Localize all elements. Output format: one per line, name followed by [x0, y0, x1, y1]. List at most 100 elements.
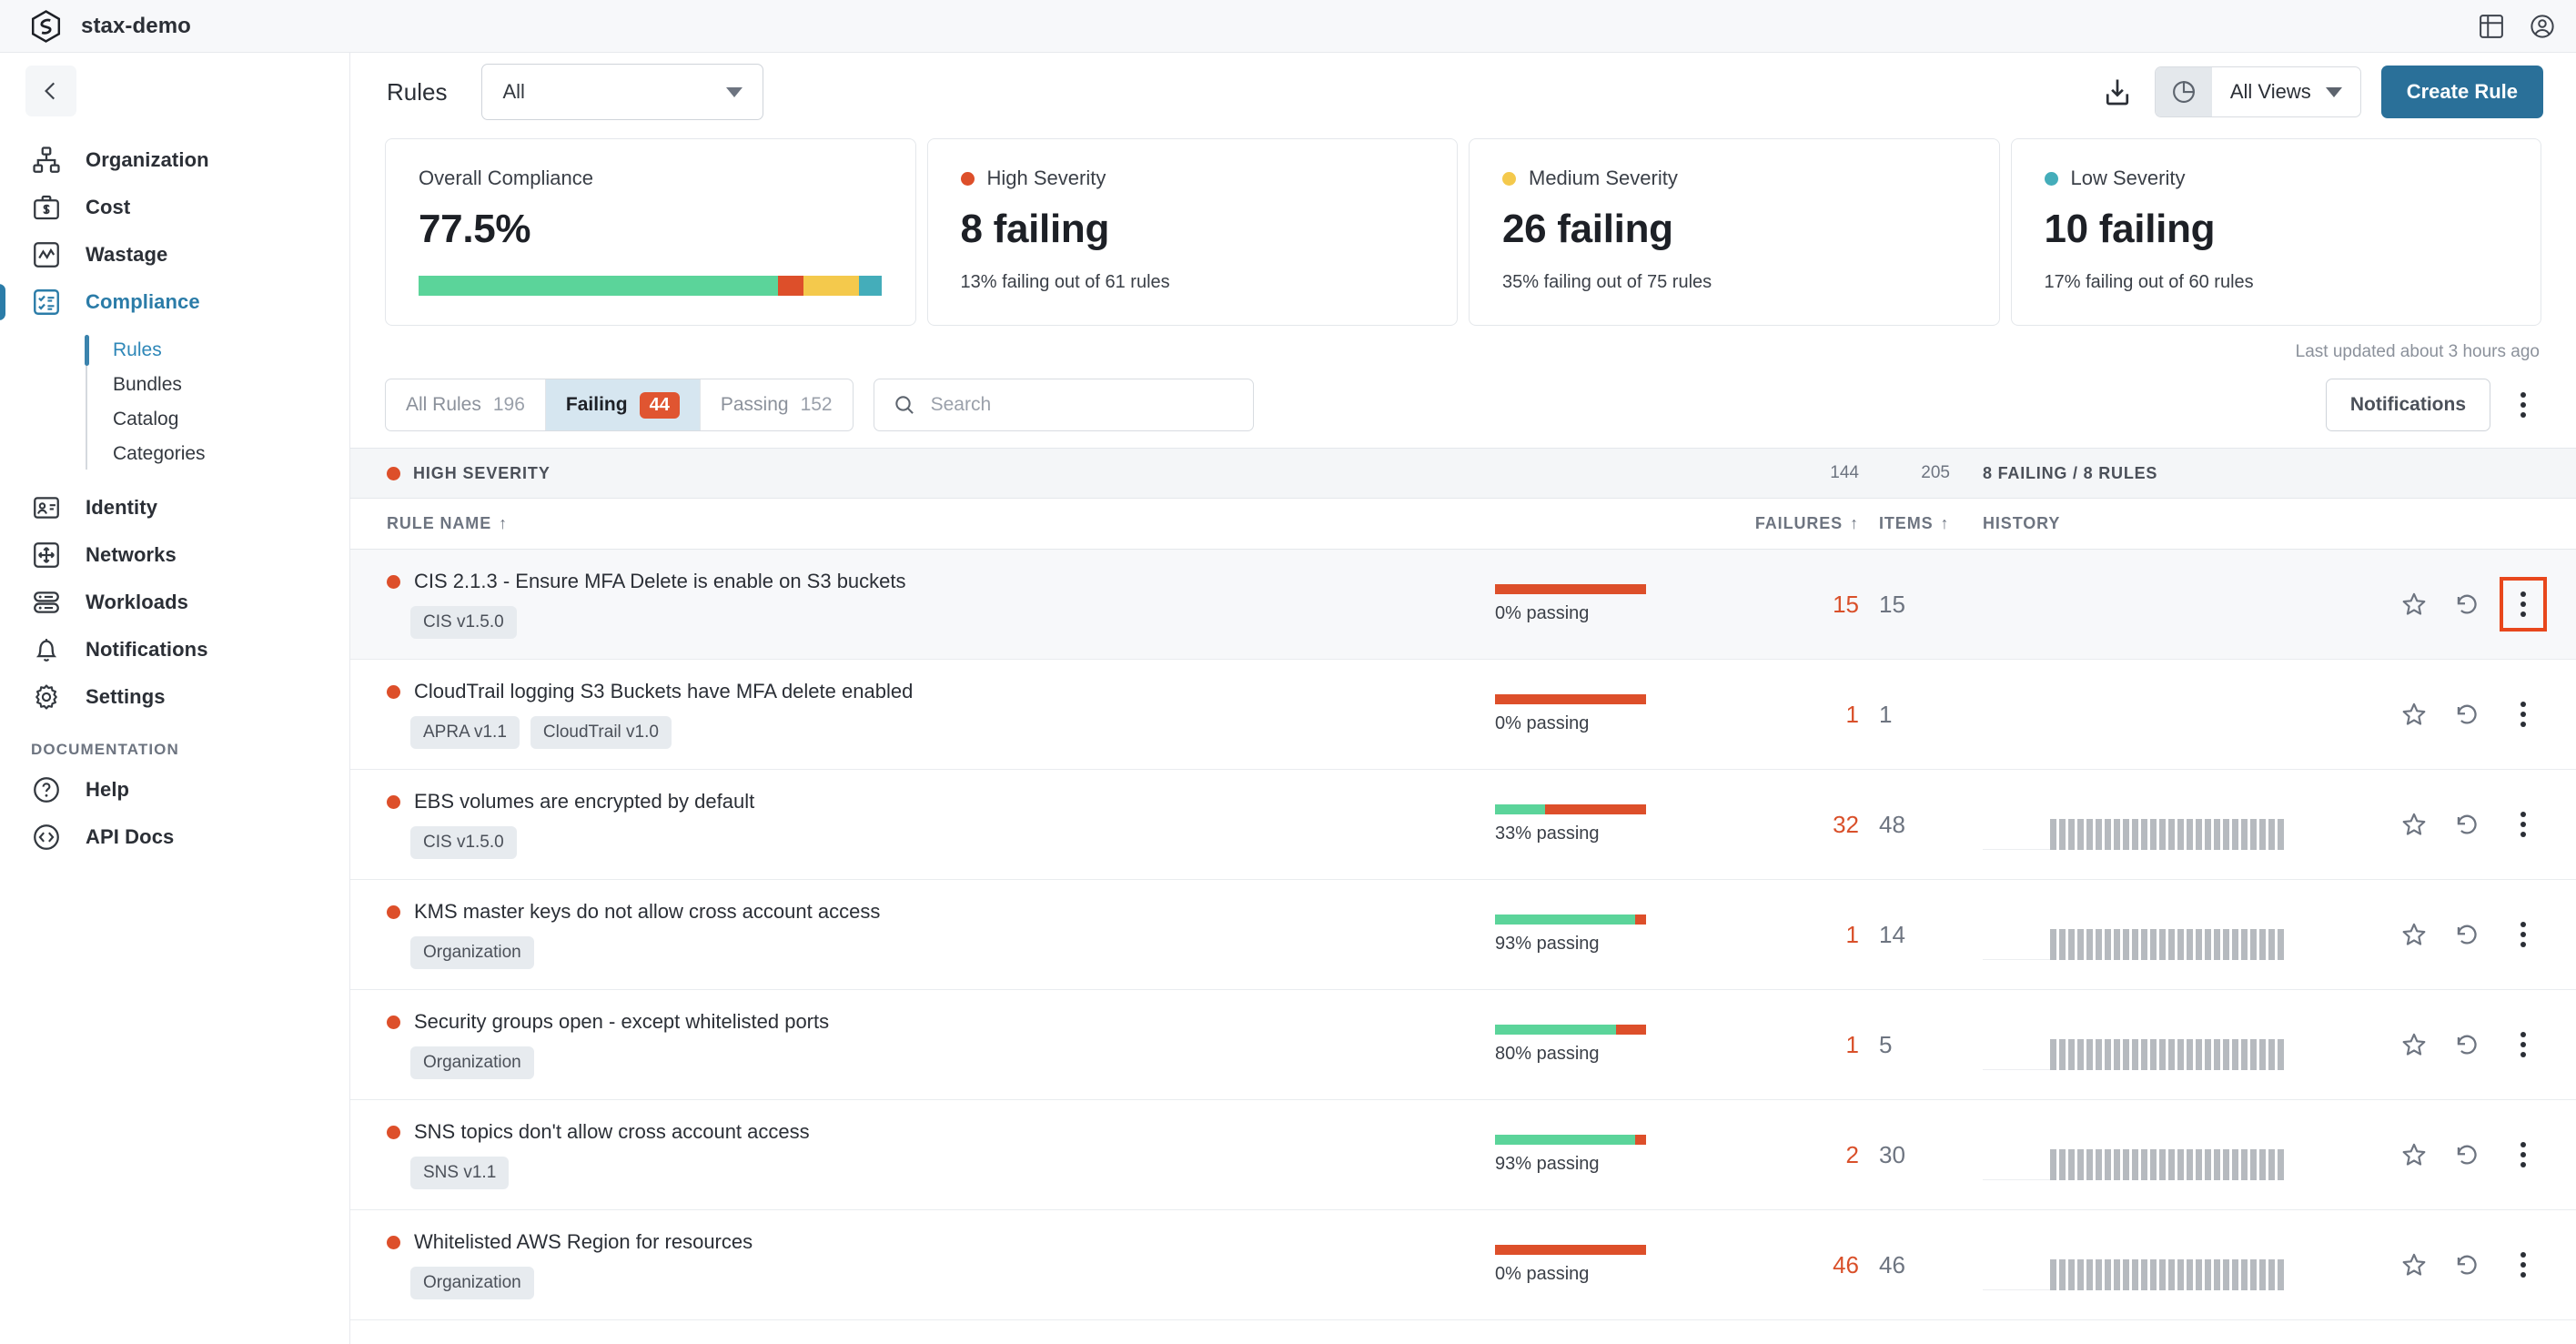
sidebar-subitem-rules[interactable]: Rules	[85, 333, 349, 368]
star-outline-icon[interactable]	[2399, 810, 2429, 839]
sidebar-item-compliance[interactable]: Compliance	[0, 278, 349, 326]
tab-label: All Rules	[406, 394, 481, 415]
cell-failures: 46	[1833, 1250, 1859, 1278]
table-row[interactable]: SNS topics don't allow cross account acc…	[350, 1100, 2576, 1210]
history-bar	[2068, 1149, 2075, 1180]
star-outline-icon[interactable]	[2399, 590, 2429, 619]
column-items[interactable]: ITEMS ↑	[1859, 514, 1950, 533]
views-selector[interactable]: All Views	[2154, 66, 2361, 117]
search-box[interactable]	[873, 379, 1254, 431]
severity-dot-medium	[1502, 171, 1516, 186]
table-row[interactable]: Security groups open - except whiteliste…	[350, 990, 2576, 1100]
notifications-button[interactable]: Notifications	[2325, 379, 2490, 431]
table-kebab-menu-icon[interactable]	[2505, 387, 2541, 423]
refresh-revert-icon[interactable]	[2452, 920, 2481, 949]
row-kebab-menu-icon[interactable]	[2505, 692, 2541, 736]
sidebar-subitem-catalog[interactable]: Catalog	[113, 402, 349, 437]
refresh-revert-icon[interactable]	[2452, 700, 2481, 729]
star-outline-icon[interactable]	[2399, 920, 2429, 949]
rule-title[interactable]: CIS 2.1.3 - Ensure MFA Delete is enable …	[414, 570, 906, 593]
sidebar-item-api-docs[interactable]: API Docs	[0, 813, 349, 861]
sidebar-item-organization[interactable]: Organization	[0, 136, 349, 184]
severity-dot-high	[960, 171, 975, 186]
sidebar-item-help[interactable]: Help	[0, 766, 349, 813]
refresh-revert-icon[interactable]	[2452, 1140, 2481, 1169]
brand[interactable]: stax-demo	[31, 9, 191, 43]
star-outline-icon[interactable]	[2399, 1140, 2429, 1169]
star-outline-icon[interactable]	[2399, 1250, 2429, 1279]
row-kebab-menu-icon[interactable]	[2505, 913, 2541, 956]
rule-title[interactable]: EBS volumes are encrypted by default	[414, 790, 754, 813]
row-kebab-menu-icon[interactable]	[2500, 577, 2547, 632]
search-input[interactable]	[930, 394, 1235, 416]
refresh-revert-icon[interactable]	[2452, 590, 2481, 619]
star-outline-icon[interactable]	[2399, 700, 2429, 729]
grid-apps-icon[interactable]	[2478, 13, 2505, 40]
row-kebab-menu-icon[interactable]	[2505, 1023, 2541, 1066]
column-rule-name[interactable]: RULE NAME ↑	[387, 514, 1495, 533]
kpi-title: Medium Severity	[1502, 167, 1966, 190]
cell-rule-name: CloudTrail logging S3 Buckets have MFA d…	[387, 660, 1495, 769]
table-row[interactable]: Whitelisted AWS Region for resources Org…	[350, 1210, 2576, 1320]
table-row[interactable]: KMS master keys do not allow cross accou…	[350, 880, 2576, 990]
user-account-icon[interactable]	[2529, 13, 2556, 40]
history-bar	[2159, 1149, 2166, 1180]
tab-passing[interactable]: Passing 152	[701, 379, 853, 430]
sidebar-item-notifications[interactable]: Notifications	[0, 626, 349, 673]
row-kebab-menu-icon[interactable]	[2505, 1133, 2541, 1177]
row-kebab-menu-icon[interactable]	[2505, 803, 2541, 846]
column-label: FAILURES	[1754, 514, 1844, 532]
rule-title[interactable]: KMS master keys do not allow cross accou…	[414, 900, 880, 924]
stack-segment-low	[859, 276, 883, 296]
sidebar-item-cost[interactable]: Cost	[0, 184, 349, 231]
create-rule-button[interactable]: Create Rule	[2380, 66, 2543, 118]
history-bar	[2150, 929, 2157, 960]
row-kebab-menu-icon[interactable]	[2505, 1243, 2541, 1287]
compliance-stacked-bar	[419, 276, 883, 296]
cell-items: 14	[1879, 920, 1905, 948]
table-row[interactable]: CloudTrail logging S3 Buckets have MFA d…	[350, 660, 2576, 770]
history-bar	[2123, 929, 2129, 960]
sidebar-item-settings[interactable]: Settings	[0, 673, 349, 721]
cell-history	[1950, 689, 2332, 740]
sidebar-item-wastage[interactable]: Wastage	[0, 231, 349, 278]
rule-title[interactable]: SNS topics don't allow cross account acc…	[414, 1120, 810, 1144]
sidebar-subitem-bundles[interactable]: Bundles	[113, 368, 349, 402]
rule-title[interactable]: Security groups open - except whiteliste…	[414, 1010, 829, 1034]
sidebar-item-label: Networks	[86, 543, 177, 566]
refresh-revert-icon[interactable]	[2452, 810, 2481, 839]
tab-failing[interactable]: Failing 44	[545, 379, 701, 430]
cell-failures: 32	[1833, 810, 1859, 838]
history-sparkline	[2050, 922, 2284, 960]
refresh-revert-icon[interactable]	[2452, 1250, 2481, 1279]
history-bar	[2077, 819, 2084, 850]
history-bar	[2059, 929, 2066, 960]
sidebar-item-networks[interactable]: Networks	[0, 531, 349, 579]
history-bar	[2150, 819, 2157, 850]
star-outline-icon[interactable]	[2399, 1030, 2429, 1059]
sidebar-item-label: Organization	[86, 148, 209, 171]
main-header: Rules All All Views Create Rule	[350, 53, 2576, 131]
sidebar-collapse-button[interactable]	[25, 66, 76, 116]
cell-failures: 1	[1845, 700, 1859, 728]
history-bar	[2196, 1149, 2202, 1180]
sidebar-item-identity[interactable]: Identity	[0, 484, 349, 531]
rules-filter-select[interactable]: All	[481, 64, 764, 120]
table-row[interactable]: EBS volumes are encrypted by default CIS…	[350, 770, 2576, 880]
refresh-revert-icon[interactable]	[2452, 1030, 2481, 1059]
column-failures[interactable]: FAILURES ↑	[1755, 514, 1859, 533]
tab-all-rules[interactable]: All Rules 196	[386, 379, 546, 430]
cell-progress: 93% passing	[1495, 1135, 1759, 1175]
rule-tag: SNS v1.1	[410, 1157, 510, 1189]
download-tray-icon[interactable]	[2100, 75, 2135, 109]
id-card-icon	[34, 497, 59, 519]
table-row[interactable]: CIS 2.1.3 - Ensure MFA Delete is enable …	[350, 550, 2576, 660]
sidebar-subitem-label: Bundles	[113, 374, 182, 395]
pass-percent-label: 93% passing	[1495, 934, 1600, 954]
rule-title[interactable]: CloudTrail logging S3 Buckets have MFA d…	[414, 680, 913, 703]
group-title: HIGH SEVERITY	[387, 464, 551, 483]
sidebar-item-workloads[interactable]: Workloads	[0, 579, 349, 626]
rule-title[interactable]: Whitelisted AWS Region for resources	[414, 1230, 753, 1254]
sidebar-subitem-categories[interactable]: Categories	[113, 437, 349, 471]
cell-progress: 80% passing	[1495, 1025, 1759, 1065]
